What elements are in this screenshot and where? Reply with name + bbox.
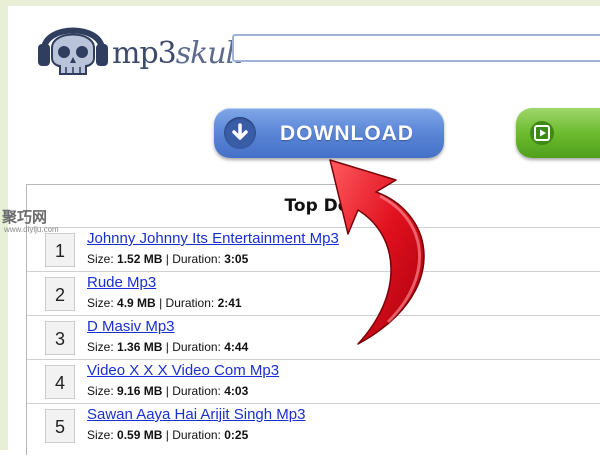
duration-label: Duration: — [165, 296, 215, 310]
play-button[interactable] — [516, 108, 600, 158]
size-label: Size: — [87, 384, 114, 398]
panel-title: Top Do — [284, 196, 350, 216]
play-icon — [530, 121, 554, 145]
duration-label: Duration: — [172, 428, 221, 442]
watermark: 聚巧网 www.diyiju.com — [2, 206, 82, 236]
track-link[interactable]: Sawan Aaya Hai Arijit Singh Mp3 — [87, 406, 305, 423]
size-label: Size: — [87, 428, 114, 442]
download-button-label: DOWNLOAD — [280, 122, 414, 145]
table-row: 4 Video X X X Video Com Mp3 Size: 9.16 M… — [27, 359, 600, 404]
track-link[interactable]: D Masiv Mp3 — [87, 318, 175, 335]
size-label: Size: — [87, 252, 114, 266]
size-label: Size: — [87, 296, 114, 310]
watermark-cn: 聚巧网 — [2, 209, 48, 226]
meta-separator: | — [165, 428, 169, 442]
track-meta: Size: 0.59 MB | Duration: 0:25 — [87, 428, 248, 442]
logo-text-mp3: mp3 — [112, 36, 177, 71]
track-meta: Size: 9.16 MB | Duration: 4:03 — [87, 384, 248, 398]
meta-separator: | — [165, 384, 169, 398]
track-link[interactable]: Video X X X Video Com Mp3 — [87, 362, 279, 379]
track-meta: Size: 1.52 MB | Duration: 3:05 — [87, 252, 248, 266]
site-logo-text[interactable]: mp3skull — [112, 36, 244, 71]
track-rank: 3 — [45, 321, 75, 355]
track-rank: 2 — [45, 277, 75, 311]
track-meta: Size: 1.36 MB | Duration: 4:44 — [87, 340, 248, 354]
search-input[interactable] — [232, 34, 600, 62]
watermark-url: www.diyiju.com — [4, 225, 59, 234]
top-downloads-panel: Top Do 1 Johnny Johnny Its Entertainment… — [26, 184, 600, 455]
track-duration: 3:05 — [224, 252, 249, 266]
track-meta: Size: 4.9 MB | Duration: 2:41 — [87, 296, 242, 310]
arrow-down-circle-icon — [224, 117, 256, 149]
track-rank: 5 — [45, 409, 75, 443]
table-row: 5 Sawan Aaya Hai Arijit Singh Mp3 Size: … — [27, 403, 600, 448]
size-label: Size: — [87, 340, 114, 354]
track-size: 0.59 MB — [117, 428, 163, 442]
track-duration: 0:25 — [224, 428, 249, 442]
track-rank: 4 — [45, 365, 75, 399]
download-button[interactable]: DOWNLOAD — [214, 108, 444, 158]
track-duration: 4:44 — [224, 340, 249, 354]
track-duration: 2:41 — [217, 296, 242, 310]
meta-separator: | — [165, 252, 169, 266]
duration-label: Duration: — [172, 252, 221, 266]
track-duration: 4:03 — [224, 384, 249, 398]
duration-label: Duration: — [172, 340, 221, 354]
table-row: 3 D Masiv Mp3 Size: 1.36 MB | Duration: … — [27, 315, 600, 360]
meta-separator: | — [165, 340, 169, 354]
table-row: 1 Johnny Johnny Its Entertainment Mp3 Si… — [27, 227, 600, 272]
red-curved-arrow-icon — [329, 159, 425, 345]
track-link[interactable]: Johnny Johnny Its Entertainment Mp3 — [87, 230, 339, 247]
duration-label: Duration: — [172, 384, 221, 398]
track-size: 1.36 MB — [117, 340, 163, 354]
track-size: 4.9 MB — [117, 296, 156, 310]
table-row: 2 Rude Mp3 Size: 4.9 MB | Duration: 2:41 — [27, 271, 600, 316]
track-link[interactable]: Rude Mp3 — [87, 274, 156, 291]
skull-headphones-logo-icon[interactable] — [38, 14, 108, 80]
track-size: 9.16 MB — [117, 384, 163, 398]
page: mp3skull DOWNLOAD Top Do 1 Johnny Johnny… — [8, 6, 600, 456]
track-size: 1.52 MB — [117, 252, 163, 266]
track-rank: 1 — [45, 233, 75, 267]
meta-separator: | — [159, 296, 163, 310]
